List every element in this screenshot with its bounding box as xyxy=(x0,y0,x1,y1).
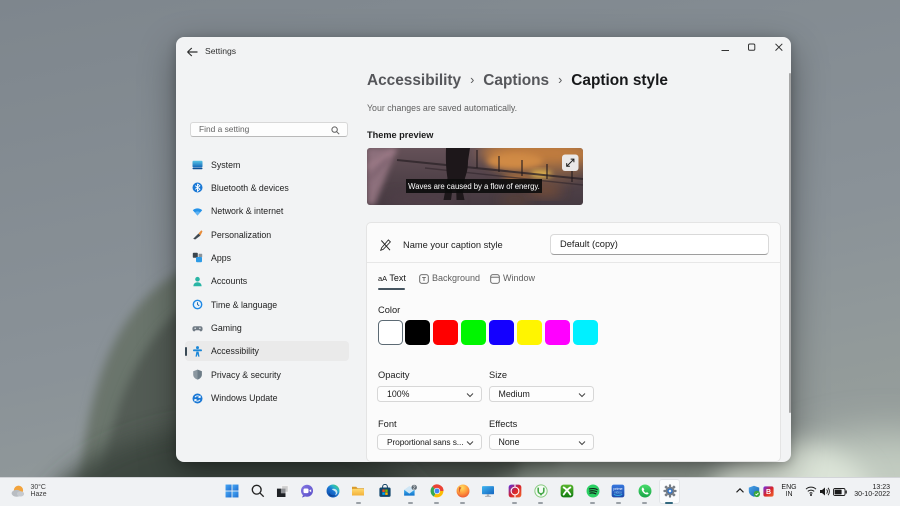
svg-text:video: video xyxy=(614,490,622,494)
svg-text:2: 2 xyxy=(413,485,416,491)
svg-text:B: B xyxy=(766,489,771,496)
svg-text:Waves are caused by a flow of: Waves are caused by a flow of energy. xyxy=(408,182,540,191)
